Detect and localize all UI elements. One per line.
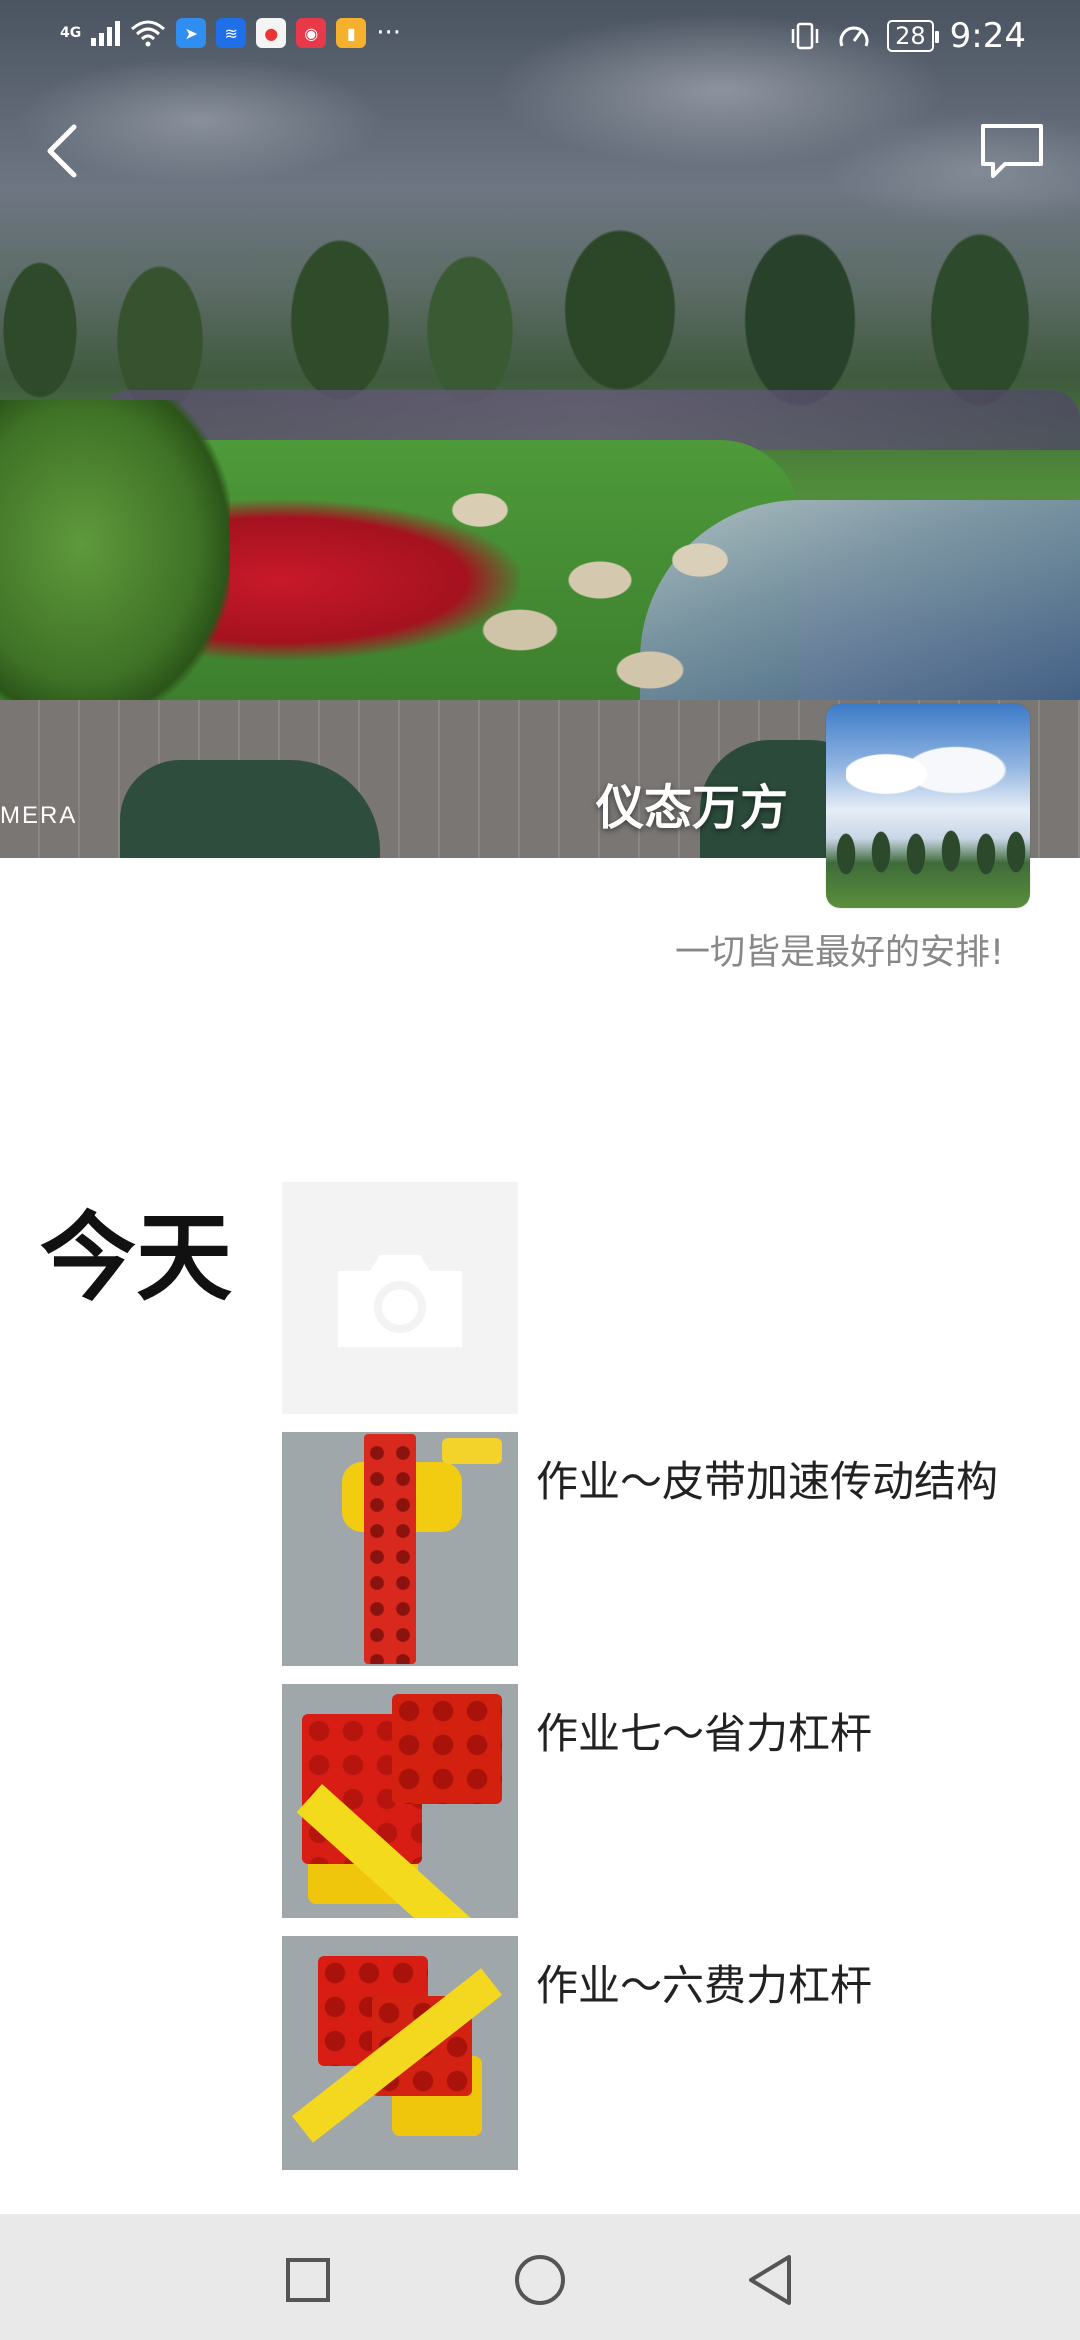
post-caption[interactable]: 作业～皮带加速传动结构 [536, 1448, 998, 1509]
messages-button[interactable] [972, 116, 1052, 186]
avatar-trees [826, 824, 1030, 884]
post-thumbnail[interactable] [282, 1684, 518, 1918]
profile-signature: 一切皆是最好的安排! [674, 933, 1004, 973]
thumb-shape [442, 1438, 502, 1464]
app-icon-2: ≋ [216, 18, 247, 48]
status-bar: 4G ➤ ≋ ● ◉ ▮ ··· 28 9:24 [0, 0, 1080, 76]
home-icon [515, 2255, 565, 2305]
camera-icon [338, 1255, 462, 1347]
comment-icon [981, 124, 1043, 178]
feed-post[interactable]: 作业～六费力杠杆 [282, 1936, 1042, 2172]
signal-icon [91, 20, 121, 46]
feed-post[interactable]: 作业七～省力杠杆 [282, 1684, 1042, 1920]
status-left: 4G ➤ ≋ ● ◉ ▮ ··· [60, 18, 401, 48]
recent-apps-icon [286, 2258, 330, 2302]
cover-shrub [0, 400, 230, 720]
app-icon-4: ◉ [296, 18, 327, 48]
app-icon-3: ● [256, 18, 287, 48]
system-nav-bar [0, 2214, 1080, 2340]
feed-post[interactable]: 作业～皮带加速传动结构 [282, 1432, 1042, 1668]
clock: 9:24 [949, 16, 1026, 56]
battery-level: 28 [895, 22, 926, 50]
post-caption[interactable]: 作业～六费力杠杆 [536, 1952, 872, 2013]
network-type: 4G [60, 25, 82, 41]
more-notifications: ··· [376, 18, 402, 48]
new-post-placeholder[interactable] [282, 1182, 518, 1414]
status-right: 28 9:24 [789, 16, 1026, 56]
avatar[interactable] [826, 704, 1030, 908]
back-nav-button[interactable] [730, 2240, 810, 2320]
speed-icon [839, 26, 869, 47]
cover-watermark: MERA [0, 802, 78, 829]
avatar-cloud [846, 734, 1016, 814]
app-icon-5: ▮ [336, 18, 367, 48]
recent-apps-button[interactable] [268, 2240, 348, 2320]
app-icon-1: ➤ [176, 18, 207, 48]
home-button[interactable] [500, 2240, 580, 2320]
battery-icon: 28 [887, 20, 939, 52]
post-thumbnail[interactable] [282, 1936, 518, 2170]
post-thumbnail[interactable] [282, 1432, 518, 1666]
thumb-shape [392, 1694, 502, 1804]
chevron-left-icon [47, 124, 77, 178]
thumb-shape [364, 1434, 416, 1664]
post-caption[interactable]: 作业七～省力杠杆 [536, 1700, 872, 1761]
wifi-icon [131, 20, 166, 47]
vibrate-icon [791, 22, 819, 50]
back-button[interactable] [32, 116, 92, 186]
back-icon [749, 2255, 791, 2305]
profile-nickname[interactable]: 仪态万方 [596, 768, 788, 838]
day-label: 今天 [40, 1202, 232, 1314]
cover-rocks [420, 470, 840, 710]
